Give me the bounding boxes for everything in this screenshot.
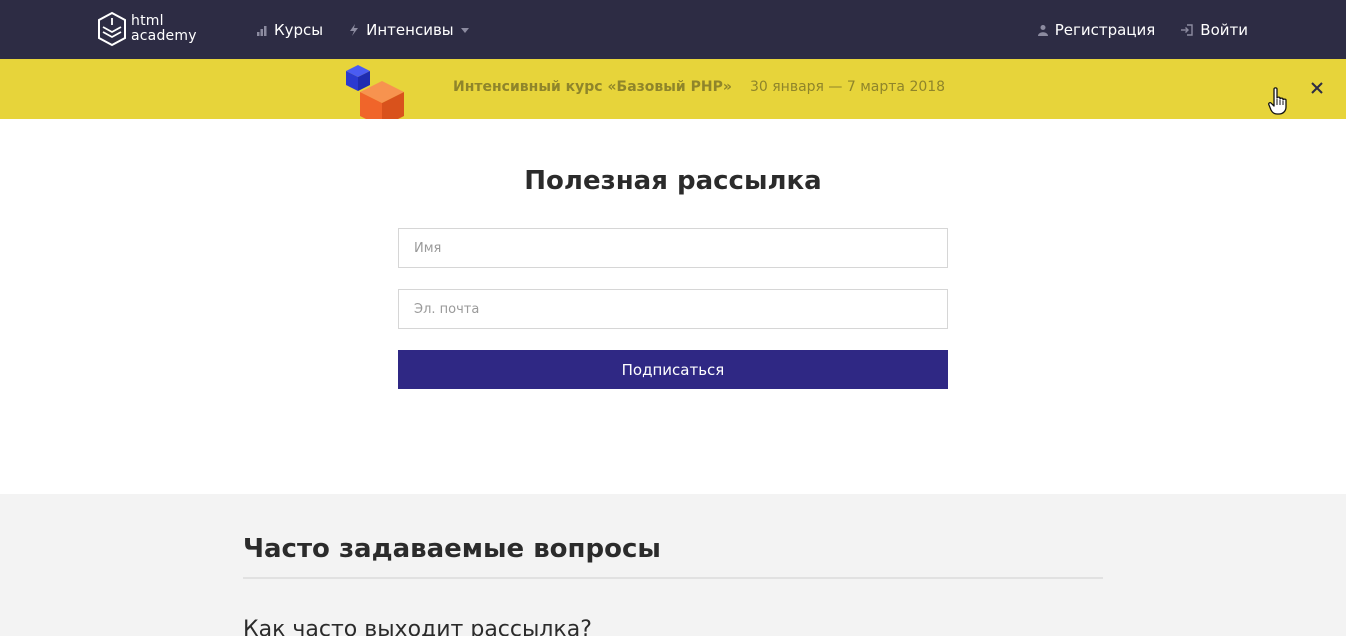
main-nav: Курсы Интенсивы bbox=[257, 0, 496, 59]
nav-register[interactable]: Регистрация bbox=[1037, 20, 1156, 39]
lightning-icon bbox=[350, 23, 359, 36]
subscribe-button[interactable]: Подписаться bbox=[398, 350, 948, 389]
nav-login-label: Войти bbox=[1200, 20, 1248, 39]
promo-close-button[interactable] bbox=[1306, 77, 1328, 99]
chevron-down-icon bbox=[460, 27, 469, 33]
user-nav: Регистрация Войти bbox=[1012, 0, 1248, 59]
logo-link[interactable]: html academy bbox=[97, 10, 207, 48]
logo-text: html academy bbox=[131, 14, 197, 44]
faq-question[interactable]: Как часто выходит рассылка? bbox=[243, 617, 592, 636]
nav-intensives[interactable]: Интенсивы bbox=[349, 21, 469, 39]
sign-in-icon bbox=[1181, 23, 1193, 36]
nav-register-label: Регистрация bbox=[1054, 20, 1156, 39]
promo-title: Интенсивный курс «Базовый PHP» bbox=[453, 79, 732, 95]
email-input[interactable] bbox=[398, 289, 948, 329]
nav-courses[interactable]: Курсы bbox=[257, 21, 323, 39]
close-icon bbox=[1311, 82, 1323, 94]
bar-chart-icon bbox=[257, 25, 267, 36]
promo-dates: 30 января — 7 марта 2018 bbox=[750, 79, 946, 95]
site-header: html academy Курсы Интенсивы Регистрация… bbox=[0, 0, 1346, 59]
hand-cursor-icon bbox=[1268, 87, 1287, 115]
logo-line-1: html bbox=[131, 13, 164, 29]
faq-divider bbox=[243, 577, 1103, 579]
logo-line-2: academy bbox=[131, 28, 197, 44]
nav-login[interactable]: Войти bbox=[1181, 21, 1248, 39]
subscribe-title: Полезная рассылка bbox=[524, 166, 822, 196]
subscribe-section: Полезная рассылка Подписаться bbox=[0, 119, 1346, 494]
name-input[interactable] bbox=[398, 228, 948, 268]
nav-courses-label: Курсы bbox=[274, 20, 324, 39]
nav-intensives-label: Интенсивы bbox=[366, 20, 454, 39]
logo-icon bbox=[98, 11, 126, 47]
faq-title: Часто задаваемые вопросы bbox=[243, 534, 661, 564]
user-icon bbox=[1037, 24, 1048, 36]
promo-banner[interactable]: Интенсивный курс «Базовый PHP» 30 января… bbox=[0, 59, 1346, 127]
